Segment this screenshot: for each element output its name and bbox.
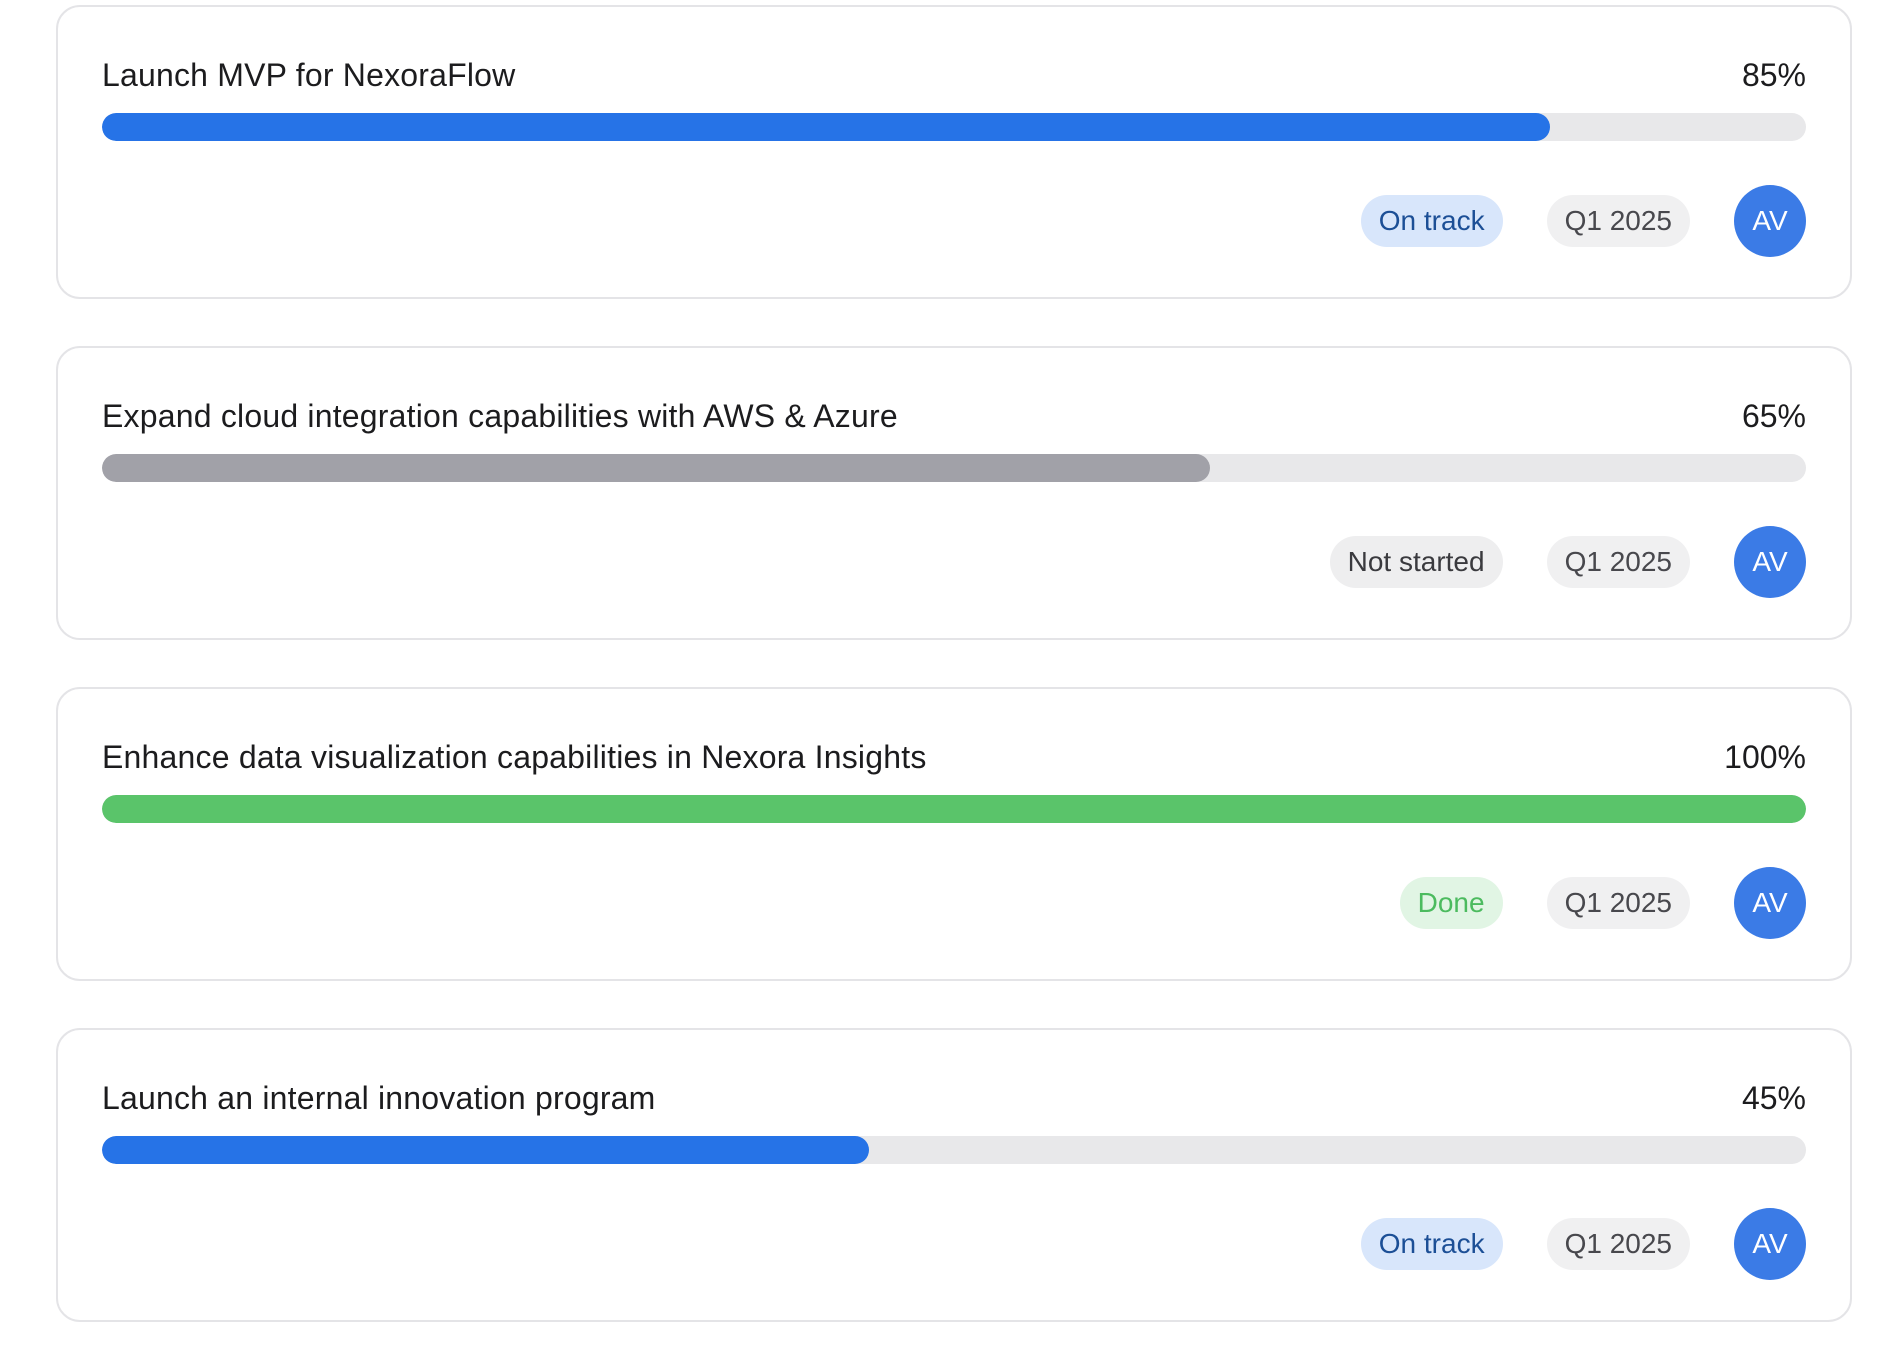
quarter-badge[interactable]: Q1 2025 <box>1546 195 1690 247</box>
owner-avatar[interactable]: AV <box>1734 867 1806 939</box>
progress-bar-fill <box>102 113 1551 141</box>
goal-title: Enhance data visualization capabilities … <box>102 738 927 775</box>
status-badge[interactable]: Done <box>1399 877 1503 929</box>
goal-title: Launch an internal innovation program <box>102 1079 656 1116</box>
progress-bar-track <box>102 1136 1806 1164</box>
goal-progress-percent: 100% <box>1724 738 1806 775</box>
goal-card[interactable]: Enhance data visualization capabilities … <box>56 687 1852 981</box>
progress-bar-fill <box>102 795 1806 823</box>
goal-progress-percent: 65% <box>1741 397 1806 434</box>
goal-header: Expand cloud integration capabilities wi… <box>102 394 1806 438</box>
progress-bar-fill <box>102 454 1210 482</box>
goal-header: Launch an internal innovation program 45… <box>102 1076 1806 1120</box>
progress-bar-track <box>102 454 1806 482</box>
status-badge[interactable]: On track <box>1360 1218 1503 1270</box>
owner-avatar[interactable]: AV <box>1734 185 1806 257</box>
progress-bar-track <box>102 795 1806 823</box>
progress-bar-track <box>102 113 1806 141</box>
quarter-badge[interactable]: Q1 2025 <box>1546 877 1690 929</box>
goal-meta: On track Q1 2025 AV <box>1360 185 1806 257</box>
goal-header: Launch MVP for NexoraFlow 85% <box>102 53 1806 97</box>
goal-title: Launch MVP for NexoraFlow <box>102 56 516 93</box>
owner-avatar[interactable]: AV <box>1734 1208 1806 1280</box>
owner-avatar[interactable]: AV <box>1734 526 1806 598</box>
status-badge[interactable]: On track <box>1360 195 1503 247</box>
goal-progress-percent: 45% <box>1741 1079 1806 1116</box>
goal-header: Enhance data visualization capabilities … <box>102 735 1806 779</box>
goal-card[interactable]: Expand cloud integration capabilities wi… <box>56 346 1852 640</box>
goal-card[interactable]: Launch MVP for NexoraFlow 85% On track Q… <box>56 5 1852 299</box>
status-badge[interactable]: Not started <box>1329 536 1503 588</box>
goal-progress-percent: 85% <box>1741 56 1806 93</box>
goal-list: Launch MVP for NexoraFlow 85% On track Q… <box>56 5 1852 1369</box>
goal-meta: On track Q1 2025 AV <box>1360 1208 1806 1280</box>
goal-meta: Done Q1 2025 AV <box>1399 867 1806 939</box>
quarter-badge[interactable]: Q1 2025 <box>1546 1218 1690 1270</box>
goal-meta: Not started Q1 2025 AV <box>1329 526 1806 598</box>
progress-bar-fill <box>102 1136 869 1164</box>
goal-title: Expand cloud integration capabilities wi… <box>102 397 898 434</box>
quarter-badge[interactable]: Q1 2025 <box>1546 536 1690 588</box>
goal-card[interactable]: Launch an internal innovation program 45… <box>56 1028 1852 1322</box>
